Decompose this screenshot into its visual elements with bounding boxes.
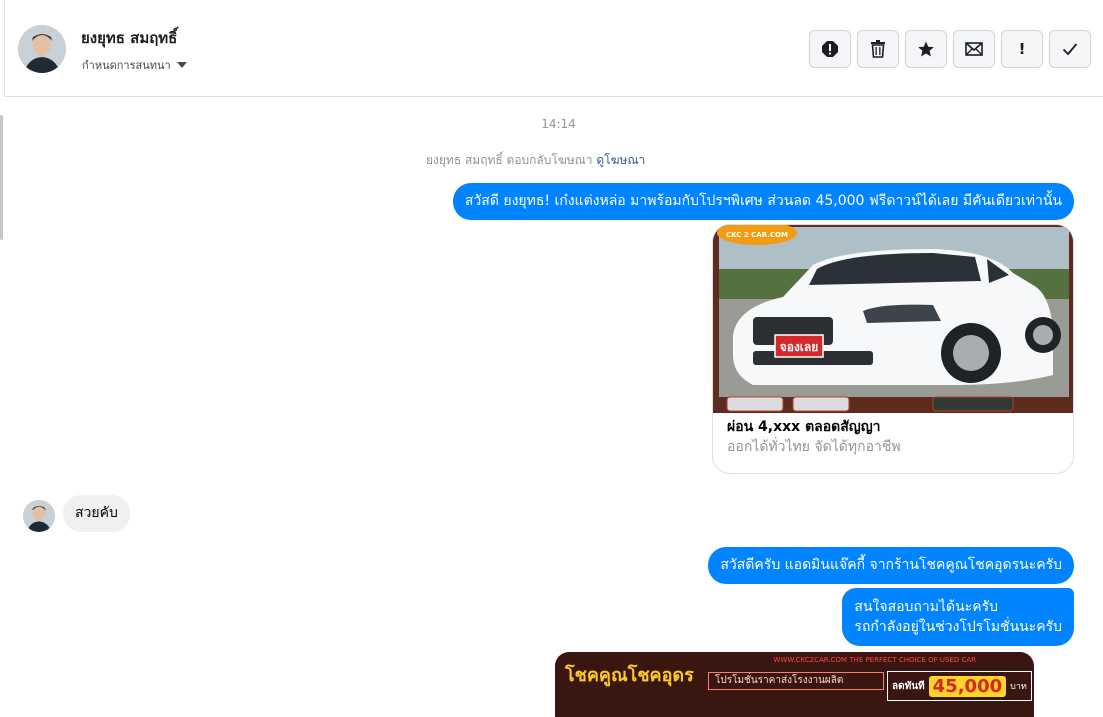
done-button[interactable]	[1049, 30, 1091, 68]
contact-name[interactable]: ยงยุทธ สมฤทธิ์	[81, 26, 177, 50]
ad-card[interactable]: CKC 2 CAR.COM จองเลย ผ่อน 4,xxx ตลอดสัญญ…	[712, 224, 1074, 474]
person-photo	[23, 500, 55, 532]
promo-discount: ลดทันที 45,000 บาท	[887, 671, 1032, 701]
caret-down-icon	[176, 62, 187, 68]
view-ad-link[interactable]: ดูโฆษณา	[596, 153, 645, 167]
promo-image[interactable]: โชคคูณโชคอุดร WWW.CKC2CAR.COM THE PERFEC…	[555, 652, 1034, 717]
spam-button[interactable]	[809, 30, 851, 68]
promo-tagline: WWW.CKC2CAR.COM THE PERFECT CHOICE OF US…	[773, 656, 976, 664]
star-icon	[918, 41, 934, 57]
message-line: รถกำลังอยู่ในช่วงโปรโมชั่นนะครับ	[854, 619, 1062, 635]
important-button[interactable]: !	[1001, 30, 1043, 68]
ad-reply-note: ยงยุทธ สมฤทธิ์ ตอบกลับโฆษณา ดูโฆษณา	[426, 151, 645, 170]
avatar[interactable]	[18, 25, 66, 73]
ad-card-subtitle: ออกได้ทั่วไทย จัดได้ทุกอาชีพ	[727, 439, 901, 455]
outgoing-message[interactable]: สวัสดีครับ แอดมินแจ๊คกี้ จากร้านโชคคูณโช…	[708, 547, 1074, 584]
alert-icon	[822, 41, 838, 57]
delete-button[interactable]	[857, 30, 899, 68]
conversation-header: ยงยุทธ สมฤทธิ์ กำหนดการสนทนา !	[4, 0, 1103, 97]
person-photo	[18, 25, 66, 73]
discount-amount: 45,000	[928, 675, 1007, 697]
book-now-badge: จองเลย	[780, 340, 819, 354]
discount-unit: บาท	[1010, 682, 1027, 692]
outgoing-message[interactable]: สนใจสอบถามได้นะครับ รถกำลังอยู่ในช่วงโปร…	[842, 588, 1074, 646]
exclamation-icon: !	[1018, 40, 1026, 58]
message-line: สนใจสอบถามได้นะครับ	[854, 599, 998, 615]
car-ad-image: CKC 2 CAR.COM จองเลย	[713, 225, 1073, 413]
schedule-label: กำหนดการสนทนา	[82, 59, 171, 72]
promo-brand: โชคคูณโชคอุดร	[565, 665, 694, 686]
outgoing-message[interactable]: สวัสดี ยงยุทธ! เก๋งแต่งหล่อ มาพร้อมกับโป…	[452, 183, 1074, 220]
trash-icon	[871, 40, 885, 58]
check-icon	[1062, 43, 1078, 56]
car-ad-logo: CKC 2 CAR.COM	[726, 231, 788, 239]
ad-card-title: ผ่อน 4,xxx ตลอดสัญญา	[727, 419, 881, 435]
sender-avatar	[23, 500, 55, 532]
scrollbar[interactable]	[0, 115, 3, 240]
conversation-schedule-dropdown[interactable]: กำหนดการสนทนา	[82, 56, 187, 74]
conversation-toolbar: !	[809, 30, 1091, 68]
discount-label: ลดทันที	[892, 680, 925, 692]
promo-box-text: โปรโมชั่นราคาส่งโรงงานผลิต	[708, 672, 884, 690]
incoming-message[interactable]: สวยคับ	[63, 495, 130, 532]
star-button[interactable]	[905, 30, 947, 68]
car-photo: CKC 2 CAR.COM จองเลย	[713, 225, 1073, 413]
message-timestamp: 14:14	[541, 117, 576, 131]
mark-unread-button[interactable]	[953, 30, 995, 68]
envelope-icon	[965, 42, 983, 56]
ad-reply-text: ยงยุทธ สมฤทธิ์ ตอบกลับโฆษณา	[426, 153, 593, 167]
